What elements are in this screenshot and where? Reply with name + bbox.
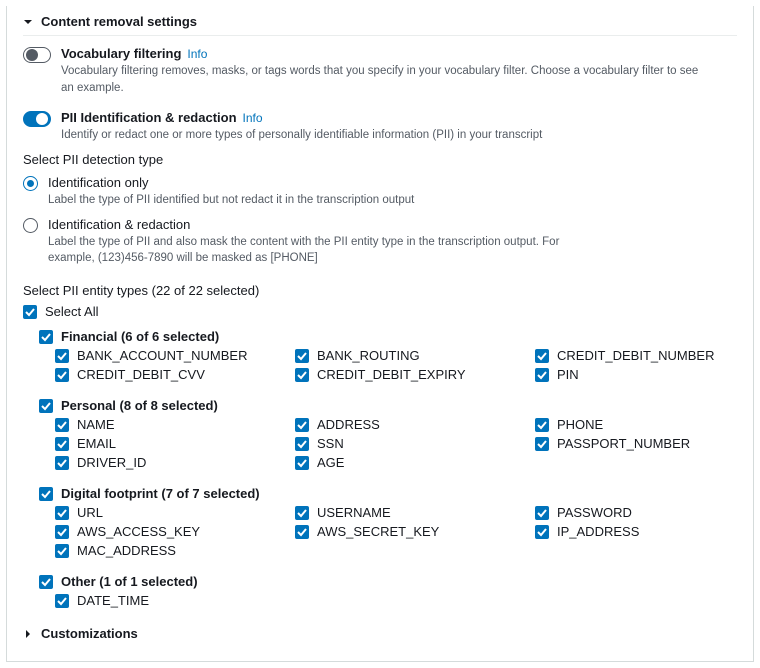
checkbox-select-all-label: Select All (45, 304, 98, 319)
entity-label: PHONE (557, 417, 603, 432)
checkbox-phone[interactable] (535, 418, 549, 432)
entity-label: BANK_ACCOUNT_NUMBER (77, 348, 247, 363)
caret-right-icon (23, 629, 33, 639)
entity-label: PIN (557, 367, 579, 382)
checkbox-credit-debit-number[interactable] (535, 349, 549, 363)
section-customizations-header[interactable]: Customizations (23, 610, 737, 647)
pii-entity-types-heading: Select PII entity types (22 of 22 select… (23, 267, 737, 302)
entity-label: CREDIT_DEBIT_EXPIRY (317, 367, 466, 382)
group-financial-items: BANK_ACCOUNT_NUMBER BANK_ROUTING CREDIT_… (23, 346, 737, 384)
group-other-items: DATE_TIME (23, 591, 737, 610)
checkbox-pin[interactable] (535, 368, 549, 382)
pii-detection-type-heading: Select PII detection type (23, 144, 737, 171)
entity-label: URL (77, 505, 103, 520)
pii-redaction-info-link[interactable]: Info (243, 111, 263, 125)
section-content-removal-header[interactable]: Content removal settings (23, 6, 737, 36)
vocabulary-filtering-label: Vocabulary filtering (61, 46, 181, 61)
radio-identification-only[interactable] (23, 176, 38, 191)
entity-label: IP_ADDRESS (557, 524, 639, 539)
entity-label: CREDIT_DEBIT_CVV (77, 367, 205, 382)
entity-label: AGE (317, 455, 344, 470)
entity-label: CREDIT_DEBIT_NUMBER (557, 348, 714, 363)
checkbox-date-time[interactable] (55, 594, 69, 608)
checkbox-name[interactable] (55, 418, 69, 432)
section-customizations-title: Customizations (41, 626, 138, 641)
radio-identification-redaction-desc: Label the type of PII and also mask the … (48, 232, 588, 267)
group-digital-items: URL USERNAME PASSWORD AWS_ACCESS_KEY AWS… (23, 503, 737, 560)
checkbox-group-digital[interactable] (39, 487, 53, 501)
entity-label: MAC_ADDRESS (77, 543, 176, 558)
group-other-label: Other (1 of 1 selected) (61, 574, 198, 589)
caret-down-icon (23, 17, 33, 27)
checkbox-group-financial[interactable] (39, 330, 53, 344)
entity-label: BANK_ROUTING (317, 348, 420, 363)
checkbox-ip-address[interactable] (535, 525, 549, 539)
checkbox-email[interactable] (55, 437, 69, 451)
vocabulary-filtering-info-link[interactable]: Info (187, 47, 207, 61)
pii-redaction-desc: Identify or redact one or more types of … (61, 125, 542, 144)
entity-label: AWS_ACCESS_KEY (77, 524, 200, 539)
entity-label: NAME (77, 417, 115, 432)
checkbox-mac-address[interactable] (55, 544, 69, 558)
entity-label: USERNAME (317, 505, 391, 520)
entity-label: DRIVER_ID (77, 455, 146, 470)
entity-label: PASSWORD (557, 505, 632, 520)
pii-redaction-toggle[interactable] (23, 111, 51, 127)
entity-label: EMAIL (77, 436, 116, 451)
radio-identification-only-label: Identification only (48, 175, 414, 190)
checkbox-ssn[interactable] (295, 437, 309, 451)
checkbox-url[interactable] (55, 506, 69, 520)
radio-identification-redaction[interactable] (23, 218, 38, 233)
entity-label: AWS_SECRET_KEY (317, 524, 439, 539)
entity-label: PASSPORT_NUMBER (557, 436, 690, 451)
radio-identification-redaction-label: Identification & redaction (48, 217, 588, 232)
checkbox-aws-secret-key[interactable] (295, 525, 309, 539)
checkbox-driver-id[interactable] (55, 456, 69, 470)
entity-label: ADDRESS (317, 417, 380, 432)
checkbox-credit-debit-cvv[interactable] (55, 368, 69, 382)
checkbox-address[interactable] (295, 418, 309, 432)
checkbox-bank-account-number[interactable] (55, 349, 69, 363)
checkbox-group-other[interactable] (39, 575, 53, 589)
group-financial-label: Financial (6 of 6 selected) (61, 329, 219, 344)
radio-identification-only-desc: Label the type of PII identified but not… (48, 190, 414, 209)
checkbox-passport-number[interactable] (535, 437, 549, 451)
checkbox-age[interactable] (295, 456, 309, 470)
checkbox-aws-access-key[interactable] (55, 525, 69, 539)
entity-label: DATE_TIME (77, 593, 149, 608)
checkbox-credit-debit-expiry[interactable] (295, 368, 309, 382)
checkbox-group-personal[interactable] (39, 399, 53, 413)
group-personal-items: NAME ADDRESS PHONE EMAIL SSN PASSPORT_NU… (23, 415, 737, 472)
entity-label: SSN (317, 436, 344, 451)
checkbox-select-all[interactable] (23, 305, 37, 319)
vocabulary-filtering-desc: Vocabulary filtering removes, masks, or … (61, 61, 701, 96)
group-digital-label: Digital footprint (7 of 7 selected) (61, 486, 260, 501)
vocabulary-filtering-toggle[interactable] (23, 47, 51, 63)
pii-redaction-label: PII Identification & redaction (61, 110, 237, 125)
checkbox-password[interactable] (535, 506, 549, 520)
group-personal-label: Personal (8 of 8 selected) (61, 398, 218, 413)
checkbox-username[interactable] (295, 506, 309, 520)
checkbox-bank-routing[interactable] (295, 349, 309, 363)
section-content-removal-title: Content removal settings (41, 14, 197, 29)
